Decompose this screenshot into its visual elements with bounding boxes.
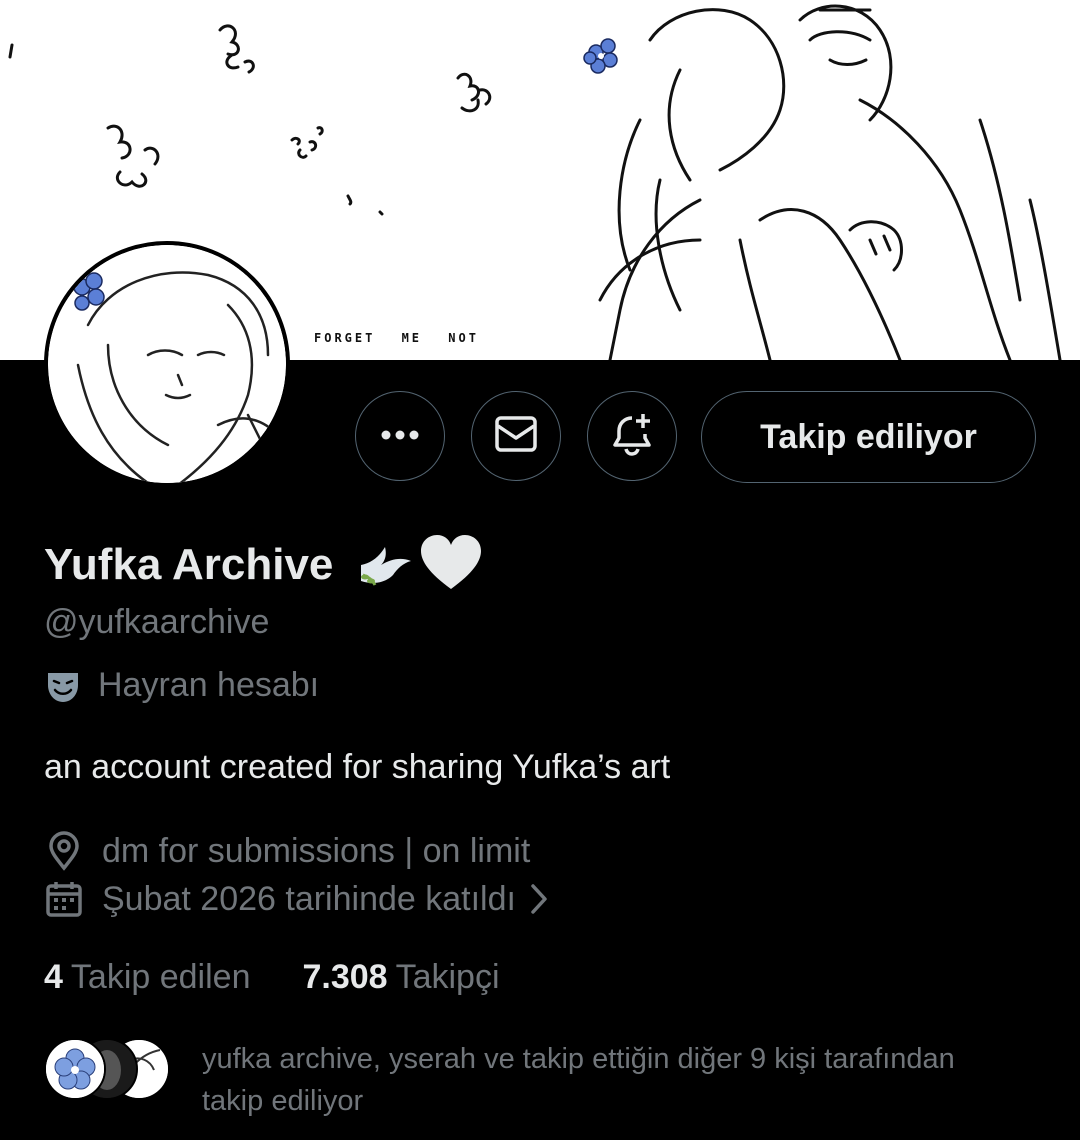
display-name: Yufka Archive bbox=[44, 539, 334, 589]
known-followers-text: yufka archive, yserah ve takip ettiğin d… bbox=[202, 1043, 955, 1117]
banner-caption: FORGET ME NOT bbox=[314, 331, 479, 345]
profile-category: Hayran hesabı bbox=[44, 666, 319, 705]
envelope-icon bbox=[494, 414, 538, 459]
dove-icon bbox=[355, 535, 415, 594]
profile-bio: an account created for sharing Yufka’s a… bbox=[44, 748, 671, 786]
following-label: Takip edilen bbox=[70, 958, 251, 996]
known-followers[interactable]: yufka archive, yserah ve takip ettiğin d… bbox=[44, 1038, 962, 1122]
profile-joined[interactable]: Şubat 2026 tarihinde katıldı bbox=[44, 879, 548, 919]
location-text: dm for submissions | on limit bbox=[102, 831, 531, 870]
category-label: Hayran hesabı bbox=[98, 666, 320, 704]
location-pin-icon bbox=[44, 831, 84, 871]
calendar-icon bbox=[44, 879, 84, 919]
performing-arts-masks-icon bbox=[44, 667, 82, 705]
white-heart-icon bbox=[419, 533, 483, 596]
following-stat[interactable]: 4 Takip edilen bbox=[44, 958, 250, 997]
following-button[interactable]: Takip ediliyor bbox=[701, 391, 1036, 483]
more-horizontal-icon bbox=[380, 427, 420, 445]
followers-stat[interactable]: 7.308 Takipçi bbox=[302, 958, 499, 997]
followers-label: Takipçi bbox=[395, 958, 500, 996]
chevron-right-icon bbox=[530, 883, 548, 915]
follower-avatar-1 bbox=[44, 1038, 106, 1100]
bell-plus-icon bbox=[610, 412, 654, 461]
notify-button[interactable] bbox=[587, 391, 677, 481]
known-followers-avatars bbox=[44, 1038, 174, 1100]
following-count: 4 bbox=[44, 958, 63, 996]
profile-stats: 4 Takip edilen 7.308 Takipçi bbox=[44, 958, 500, 997]
message-button[interactable] bbox=[471, 391, 561, 481]
name-row: Yufka Archive bbox=[44, 533, 483, 596]
followers-count: 7.308 bbox=[302, 958, 388, 996]
more-button[interactable] bbox=[355, 391, 445, 481]
profile-location: dm for submissions | on limit bbox=[44, 831, 530, 871]
name-emoji bbox=[355, 533, 483, 596]
profile-actions: Takip ediliyor bbox=[0, 391, 1080, 483]
joined-text: Şubat 2026 tarihinde katıldı bbox=[102, 879, 516, 918]
profile-handle: @yufkaarchive bbox=[44, 603, 270, 641]
